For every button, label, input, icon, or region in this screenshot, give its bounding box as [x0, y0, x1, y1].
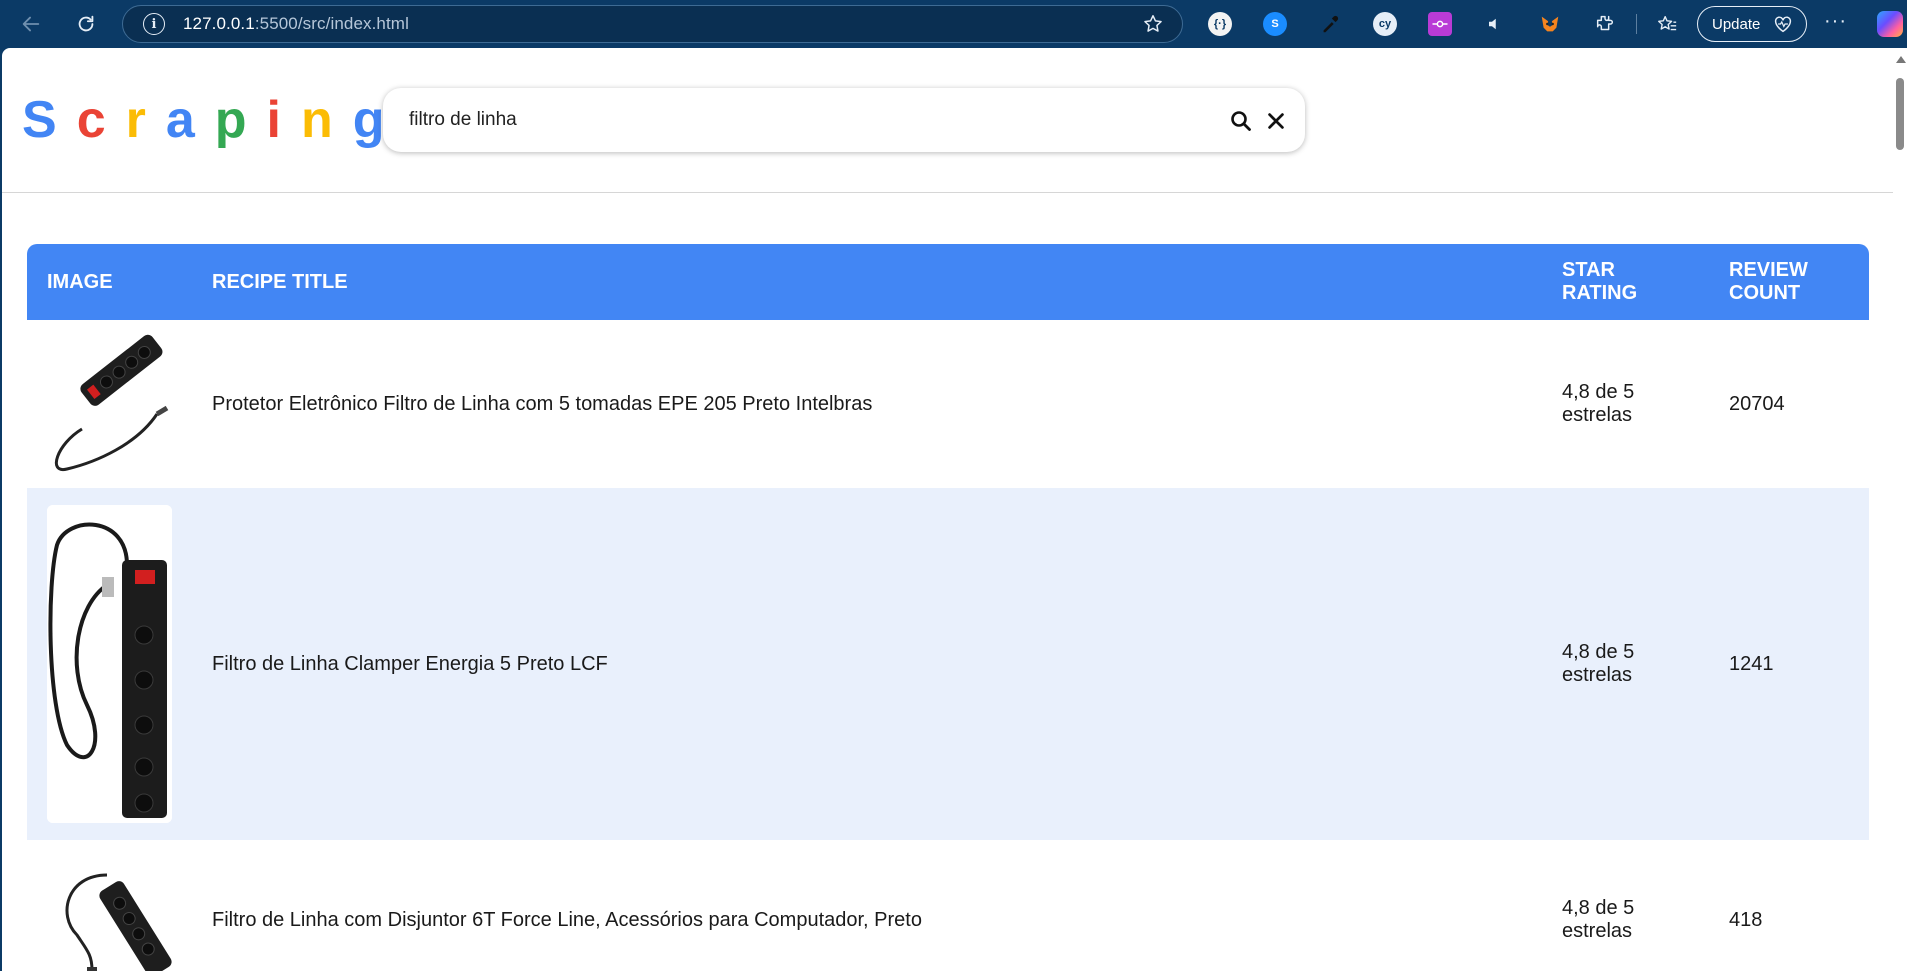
logo-letter: c	[76, 91, 106, 149]
audio-extension-icon[interactable]	[1483, 12, 1507, 36]
image-cell	[27, 320, 192, 488]
browser-toolbar: i 127.0.0.1:5500/src/index.html {·} S cy…	[0, 0, 1907, 48]
copilot-icon[interactable]	[1877, 11, 1903, 37]
extensions-puzzle-icon[interactable]	[1593, 12, 1617, 36]
shazam-extension-icon[interactable]: S	[1263, 12, 1287, 36]
reload-button[interactable]	[69, 7, 103, 41]
back-arrow-icon	[22, 16, 40, 32]
title-cell: Filtro de Linha Clamper Energia 5 Preto …	[212, 652, 608, 675]
rating-cell: 4,8 de 5 estrelas	[1562, 381, 1635, 426]
table-row: Protetor Eletrônico Filtro de Linha com …	[27, 320, 1869, 488]
header-image: IMAGE	[47, 270, 113, 293]
update-label: Update	[1712, 15, 1761, 33]
scraping-logo: Scraping	[22, 90, 385, 150]
table-header-row: IMAGE RECIPE TITLE STAR RATING REVIEW CO…	[27, 244, 1869, 320]
cy-extension-icon[interactable]: cy	[1373, 12, 1397, 36]
page-header: Scraping	[2, 48, 1893, 193]
scrollbar-thumb[interactable]	[1896, 78, 1904, 150]
image-cell	[27, 488, 192, 840]
count-cell: 20704	[1729, 392, 1785, 415]
update-button[interactable]: Update	[1697, 6, 1807, 42]
page-viewport: Scraping IMAGE RECIPE TITLE STAR RATING …	[2, 48, 1893, 971]
header-review-count: REVIEW COUNT	[1729, 259, 1808, 304]
product-image-power-strip	[47, 505, 172, 823]
url-host: 127.0.0.1	[183, 14, 255, 33]
count-cell: 418	[1729, 908, 1763, 931]
back-button[interactable]	[14, 7, 48, 41]
toolbar-separator	[1636, 14, 1637, 34]
health-heart-icon	[1774, 16, 1792, 33]
search-input[interactable]	[409, 100, 1189, 140]
header-title: RECIPE TITLE	[212, 270, 348, 293]
metamask-extension-icon[interactable]	[1538, 12, 1562, 36]
logo-letter: S	[22, 91, 57, 149]
reload-icon	[78, 15, 94, 32]
header-star-rating: STAR RATING	[1562, 259, 1638, 304]
image-cell	[27, 840, 192, 971]
logo-letter: g	[352, 91, 385, 149]
search-icon[interactable]	[1229, 109, 1253, 133]
results-table: IMAGE RECIPE TITLE STAR RATING REVIEW CO…	[27, 244, 1869, 971]
favorite-star-icon[interactable]	[1142, 13, 1164, 35]
results-table-container: IMAGE RECIPE TITLE STAR RATING REVIEW CO…	[27, 244, 1869, 971]
favorites-icon[interactable]	[1655, 12, 1679, 36]
rating-cell: 4,8 de 5 estrelas	[1562, 897, 1635, 942]
scroll-up-arrow-icon[interactable]	[1896, 56, 1906, 63]
title-cell: Protetor Eletrônico Filtro de Linha com …	[212, 392, 873, 415]
product-image-power-strip	[47, 334, 172, 474]
title-cell: Filtro de Linha com Disjuntor 6T Force L…	[212, 908, 922, 931]
clear-search-icon[interactable]	[1265, 110, 1287, 132]
cookie-extension-icon[interactable]: {·}	[1208, 12, 1232, 36]
logo-letter: r	[125, 91, 146, 149]
table-row: Filtro de Linha com Disjuntor 6T Force L…	[27, 840, 1869, 971]
rating-cell: 4,8 de 5 estrelas	[1562, 641, 1635, 686]
logo-letter: a	[165, 91, 195, 149]
url-path: :5500/src/index.html	[254, 14, 409, 33]
logo-letter: n	[301, 91, 333, 149]
address-bar[interactable]: i 127.0.0.1:5500/src/index.html	[122, 5, 1183, 43]
product-image-power-strip	[47, 855, 172, 971]
git-extension-icon[interactable]	[1428, 12, 1452, 36]
url-text[interactable]: 127.0.0.1:5500/src/index.html	[183, 14, 409, 34]
vertical-scrollbar[interactable]	[1893, 48, 1907, 971]
color-picker-extension-icon[interactable]	[1318, 12, 1342, 36]
search-box	[383, 88, 1305, 152]
more-options-icon[interactable]: ···	[1824, 10, 1847, 33]
logo-letter: i	[266, 91, 281, 149]
site-info-icon[interactable]: i	[143, 13, 165, 35]
count-cell: 1241	[1729, 652, 1774, 675]
table-row: Filtro de Linha Clamper Energia 5 Preto …	[27, 488, 1869, 840]
logo-letter: p	[214, 91, 247, 149]
